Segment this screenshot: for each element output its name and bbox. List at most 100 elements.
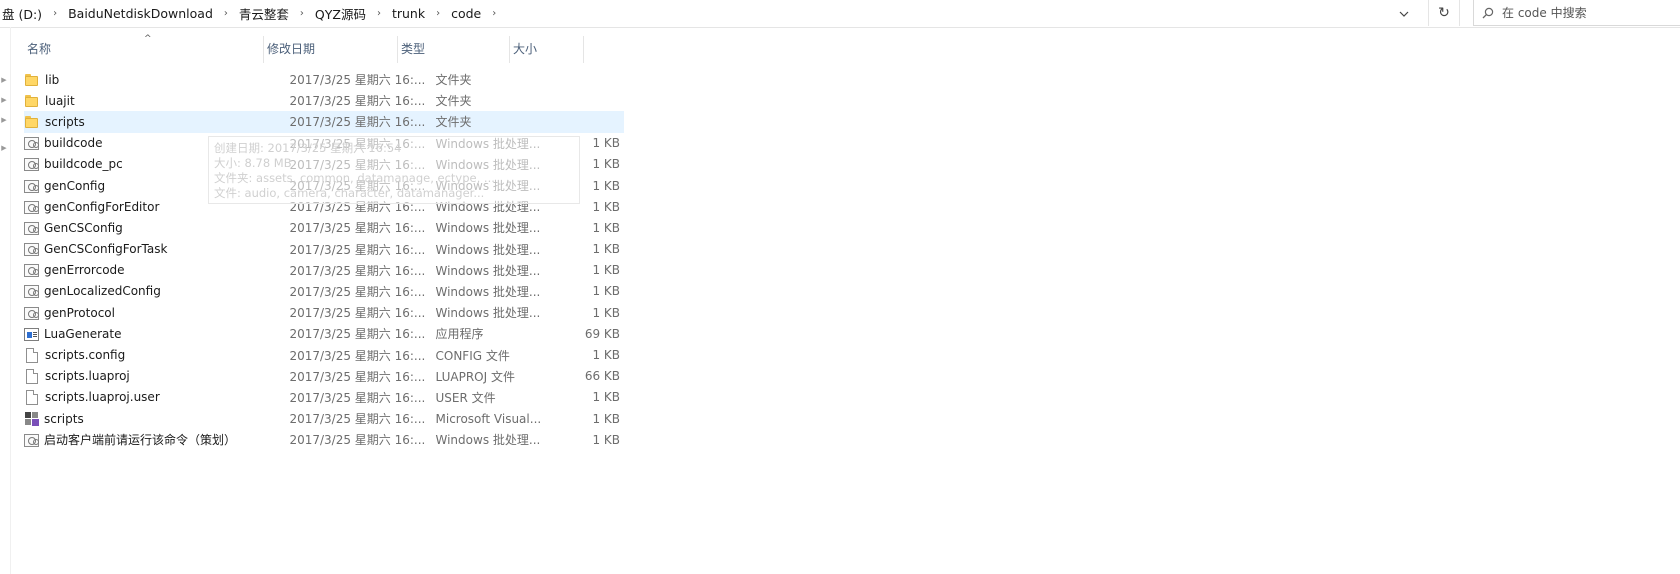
breadcrumb-item[interactable]: code [449,6,483,21]
file-date: 2017/3/25 星期六 16:... [289,94,426,109]
chevron-right-icon[interactable]: ▶ [0,144,8,152]
file-name: buildcode [44,136,103,151]
file-row[interactable]: genProtocol 2017/3/25 星期六 16:... Windows 批… [24,302,624,323]
file-type: Windows 批处理... [435,306,541,321]
file-list[interactable]: lib 2017/3/25 星期六 16:... 文件夹 luajit 2017/3/2… [24,69,624,450]
file-row[interactable]: scripts.config 2017/3/25 星期六 16:... CONFIG… [24,344,624,365]
breadcrumb[interactable]: 盘 (D:) › BaiduNetdiskDownload › 青云整套 › QYZ源码 › t… [0,0,1370,26]
file-name-cell[interactable]: 启动客户端前请运行该命令（策划） [24,431,285,448]
breadcrumb-item[interactable]: 盘 (D:) [0,4,44,23]
navigation-pane[interactable]: ▶ ▶ ▶ ▶ [0,27,11,574]
file-row[interactable]: GenCSConfigForTask 2017/3/25 星期六 16:... Wi… [24,239,624,260]
file-type: Windows 批处理... [435,136,541,151]
file-name-cell[interactable]: scripts.luaproj.user [24,389,285,405]
file-name-cell[interactable]: genConfigForEditor [24,200,285,214]
column-header-type[interactable]: 类型 [398,36,510,63]
file-name-cell[interactable]: genErrorcode [24,263,285,278]
file-name-cell[interactable]: scripts.luaproj [24,368,285,384]
file-name: scripts.config [45,348,126,363]
file-icon [26,368,38,384]
file-name-cell[interactable]: buildcode_pc [24,157,285,172]
file-name-cell[interactable]: genLocalizedConfig [24,284,285,299]
file-name-cell[interactable]: genConfig [24,179,285,193]
chevron-right-icon[interactable]: › [427,8,449,19]
file-name-cell[interactable]: luajit [24,93,285,109]
file-row[interactable]: scripts 2017/3/25 星期六 16:... 文件夹 [24,111,624,133]
column-header-name[interactable]: ^ 名称 [24,34,264,63]
file-name: buildcode_pc [44,157,123,172]
file-row[interactable]: buildcode 2017/3/25 星期六 16:... Windows 批处理… [24,133,624,154]
file-name: genLocalizedConfig [44,284,161,299]
file-type: Windows 批处理... [435,242,541,257]
file-row[interactable]: genLocalizedConfig 2017/3/25 星期六 16:... Wi… [24,281,624,302]
chevron-right-icon[interactable]: ▶ [0,76,8,84]
chevron-right-icon[interactable]: › [215,8,237,19]
file-row[interactable]: LuaGenerate 2017/3/25 星期六 16:... 应用程序 69 KB [24,323,624,344]
file-type: Windows 批处理... [435,263,541,278]
file-row[interactable]: 启动客户端前请运行该命令（策划） 2017/3/25 星期六 16:... Wind… [24,429,624,450]
file-type: Windows 批处理... [435,221,541,236]
breadcrumb-item[interactable]: trunk [390,6,427,21]
file-name: genConfig [44,178,106,193]
file-type: Windows 批处理... [435,433,541,448]
file-icon [26,389,38,405]
file-name-cell[interactable]: scripts [24,114,285,130]
file-name: genErrorcode [44,263,125,278]
search-box[interactable] [1473,0,1680,26]
column-header-size[interactable]: 大小 [510,36,584,63]
file-date: 2017/3/25 星期六 16:... [289,115,426,130]
file-row[interactable]: GenCSConfig 2017/3/25 星期六 16:... Windows 批… [24,217,624,238]
file-row[interactable]: scripts 2017/3/25 星期六 16:... Microsoft Vis… [24,408,624,429]
file-size: 1 KB [592,242,620,257]
file-name-cell[interactable]: scripts [24,411,285,427]
file-name-cell[interactable]: GenCSConfigForTask [24,242,285,257]
file-size: 1 KB [592,432,620,447]
file-name: luajit [45,93,75,108]
file-type: Microsoft Visual... [435,411,542,426]
visual-studio-solution-icon [24,411,39,427]
file-size: 1 KB [592,220,620,235]
file-name-cell[interactable]: buildcode [24,136,285,151]
file-row[interactable]: buildcode_pc 2017/3/25 星期六 16:... Windows … [24,154,624,175]
file-name-cell[interactable]: scripts.config [24,347,285,363]
file-name-cell[interactable]: lib [24,72,285,88]
file-name: scripts [44,411,84,426]
file-icon [26,347,38,363]
file-type: Windows 批处理... [435,200,541,215]
file-date: 2017/3/25 星期六 16:... [289,327,426,342]
breadcrumb-item[interactable]: QYZ源码 [313,4,368,23]
chevron-right-icon[interactable]: › [291,8,313,19]
file-row[interactable]: genErrorcode 2017/3/25 星期六 16:... Windows … [24,260,624,281]
file-row[interactable]: genConfig 2017/3/25 星期六 16:... Windows 批处理… [24,175,624,196]
breadcrumb-item[interactable]: BaiduNetdiskDownload [66,6,215,21]
file-size: 66 KB [584,369,620,384]
chevron-right-icon[interactable]: ▶ [0,116,8,124]
file-row[interactable]: luajit 2017/3/25 星期六 16:... 文件夹 [24,90,624,111]
chevron-right-icon[interactable]: ▶ [0,96,8,104]
file-name-cell[interactable]: genProtocol [24,306,285,320]
file-date: 2017/3/25 星期六 16:... [289,179,426,194]
batch-file-icon [24,264,39,278]
file-row[interactable]: scripts.luaproj.user 2017/3/25 星期六 16:...… [24,387,624,408]
column-header-date[interactable]: 修改日期 [264,36,398,63]
refresh-icon: ↻ [1438,5,1450,21]
file-name-cell[interactable]: LuaGenerate [24,327,285,341]
file-row[interactable]: lib 2017/3/25 星期六 16:... 文件夹 [24,69,624,90]
file-name: scripts.luaproj [45,369,130,384]
file-date: 2017/3/25 星期六 16:... [289,412,426,427]
sort-ascending-icon: ^ [144,34,152,44]
address-history-dropdown-button[interactable] [1392,2,1416,24]
file-type: 文件夹 [435,73,472,88]
search-input[interactable] [1502,5,1672,20]
chevron-right-icon[interactable]: › [44,8,66,19]
chevron-right-icon[interactable]: › [483,8,505,19]
file-row[interactable]: genConfigForEditor 2017/3/25 星期六 16:... Wi… [24,196,624,217]
chevron-right-icon[interactable]: › [368,8,390,19]
file-row[interactable]: scripts.luaproj 2017/3/25 星期六 16:... LUAPR… [24,366,624,387]
file-name-cell[interactable]: GenCSConfig [24,221,285,235]
address-bar: 盘 (D:) › BaiduNetdiskDownload › 青云整套 › QYZ源码 › t… [0,0,1680,28]
file-date: 2017/3/25 星期六 16:... [289,263,426,278]
refresh-button[interactable]: ↻ [1428,0,1460,26]
breadcrumb-item[interactable]: 青云整套 [237,4,291,23]
file-size: 1 KB [592,178,620,193]
